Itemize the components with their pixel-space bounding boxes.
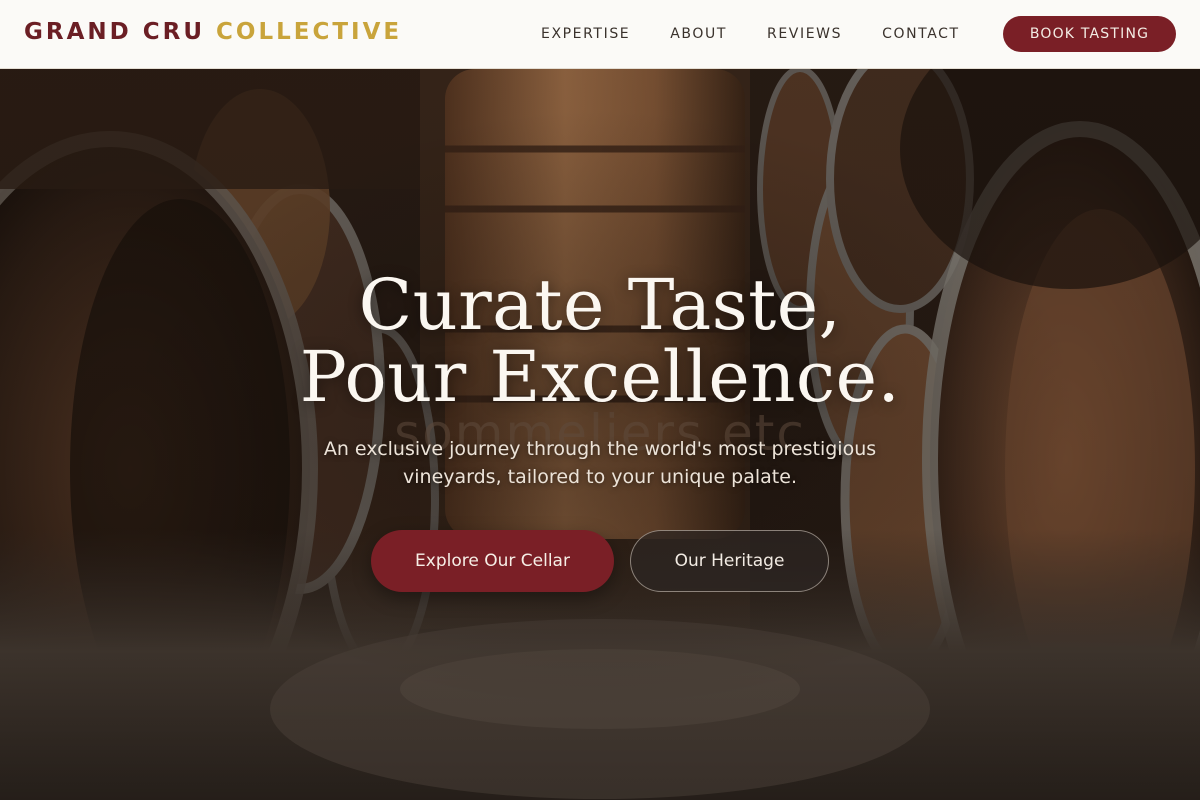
our-heritage-button[interactable]: Our Heritage [630,530,829,592]
hero-headline-line-2: Pour Excellence. [299,336,901,418]
navbar: GRAND CRU COLLECTIVE EXPERTISE ABOUT REV… [0,0,1200,69]
book-tasting-button[interactable]: BOOK TASTING [1003,16,1176,52]
hero-subtitle-line-1: An exclusive journey through the world's… [323,438,877,460]
hero-headline: Curate Taste, Pour Excellence. [0,269,1200,413]
nav-link-reviews[interactable]: REVIEWS [767,26,842,42]
hero-section: sommeliers etc Curate Taste, Pour Excell… [0,69,1200,800]
brand-logo[interactable]: GRAND CRU COLLECTIVE [24,19,402,45]
nav-link-expertise[interactable]: EXPERTISE [541,26,630,42]
nav-link-contact[interactable]: CONTACT [882,26,960,42]
hero-headline-line-1: Curate Taste, [358,264,842,346]
page: GRAND CRU COLLECTIVE EXPERTISE ABOUT REV… [0,0,1200,800]
brand-word-primary: GRAND CRU [24,19,206,45]
brand-word-accent: COLLECTIVE [216,19,403,45]
hero-subtitle-line-2: vineyards, tailored to your unique palat… [403,466,797,488]
hero-subtitle: An exclusive journey through the world's… [300,435,900,491]
hero-content: sommeliers etc Curate Taste, Pour Excell… [0,69,1200,800]
nav-links: EXPERTISE ABOUT REVIEWS CONTACT [541,0,960,68]
explore-cellar-button[interactable]: Explore Our Cellar [371,530,614,592]
nav-link-about[interactable]: ABOUT [670,26,727,42]
